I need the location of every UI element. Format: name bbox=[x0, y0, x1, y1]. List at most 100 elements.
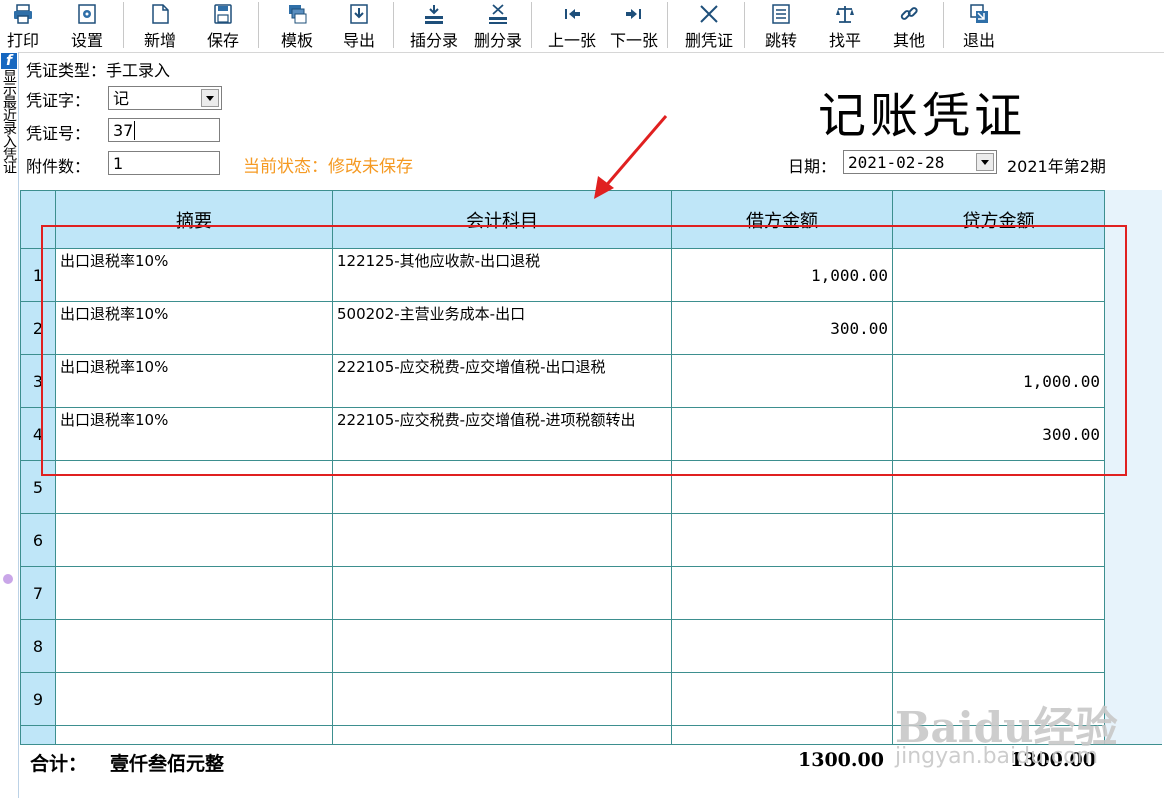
toolbar-button-label: 退出 bbox=[962, 31, 995, 50]
toolbar-button-label: 跳转 bbox=[764, 31, 797, 50]
row-number: 6 bbox=[20, 513, 56, 567]
delete-voucher-icon bbox=[700, 5, 718, 23]
date-value: 2021-02-28 bbox=[848, 153, 945, 172]
voucher-word-value: 记 bbox=[113, 89, 130, 108]
new-document-icon bbox=[152, 4, 169, 24]
table-row[interactable]: 7 bbox=[20, 566, 1105, 620]
export-icon bbox=[350, 4, 368, 24]
toolbar-button-label: 其他 bbox=[892, 31, 925, 50]
toolbar-button-label: 上一张 bbox=[547, 31, 596, 50]
toolbar-button-settings[interactable]: 设置 bbox=[64, 0, 110, 52]
total-label: 合计： bbox=[30, 753, 88, 775]
row-number: 7 bbox=[20, 566, 56, 620]
toolbar-button-label: 删分录 bbox=[473, 31, 522, 50]
date-label: 日期： bbox=[788, 157, 837, 176]
toolbar-button-previous[interactable]: 上一张 bbox=[542, 0, 602, 52]
exit-icon bbox=[970, 4, 988, 23]
credit-cell[interactable] bbox=[892, 513, 1105, 567]
toolbar-button-delete-voucher[interactable]: 删凭证 bbox=[678, 0, 740, 52]
toolbar-button-label: 删凭证 bbox=[684, 31, 733, 50]
debit-cell[interactable] bbox=[671, 672, 893, 726]
summary-cell[interactable] bbox=[55, 619, 333, 673]
next-icon bbox=[626, 9, 641, 19]
total-amount-words: 壹仟叁佰元整 bbox=[110, 753, 225, 775]
voucher-no-label: 凭证号： bbox=[26, 124, 91, 143]
date-picker[interactable]: 2021-02-28 bbox=[843, 150, 997, 174]
credit-cell[interactable] bbox=[892, 619, 1105, 673]
previous-icon bbox=[565, 9, 580, 19]
chevron-down-icon[interactable] bbox=[201, 89, 219, 107]
credit-cell[interactable] bbox=[892, 566, 1105, 620]
toolbar-button-insert-row[interactable]: 插分录 bbox=[404, 0, 464, 52]
table-row[interactable]: 8 bbox=[20, 619, 1105, 673]
status-text: 当前状态：修改未保存 bbox=[243, 157, 413, 177]
toolbar-button-label: 保存 bbox=[206, 31, 239, 50]
toolbar-button-export[interactable]: 导出 bbox=[336, 0, 382, 52]
voucher-type-label: 凭证类型：手工录入 bbox=[26, 61, 171, 80]
toolbar-button-exit[interactable]: 退出 bbox=[956, 0, 1002, 52]
annotation-highlight-box bbox=[41, 225, 1127, 476]
row-number: 9 bbox=[20, 672, 56, 726]
summary-cell[interactable] bbox=[55, 672, 333, 726]
page-title: 记账凭证 bbox=[818, 88, 1027, 144]
attachments-value: 1 bbox=[113, 154, 124, 173]
voucher-word-label: 凭证字： bbox=[26, 91, 91, 110]
voucher-no-input[interactable]: 37 bbox=[108, 118, 220, 142]
table-row[interactable]: 6 bbox=[20, 513, 1105, 567]
insert-row-icon bbox=[425, 5, 443, 24]
toolbar-separator bbox=[667, 2, 668, 48]
watermark: Baidu经验 jingyan.baidu.com bbox=[895, 680, 1120, 790]
account-cell[interactable] bbox=[332, 566, 672, 620]
settings-icon bbox=[78, 4, 96, 24]
debit-cell[interactable] bbox=[671, 566, 893, 620]
toolbar-separator bbox=[531, 2, 532, 48]
voucher-word-select[interactable]: 记 bbox=[108, 86, 222, 110]
debit-cell[interactable] bbox=[671, 619, 893, 673]
toolbar: 打印 设置 新增 保存 模板 导出 插分录 删分录 上一张 下一张 删凭证 跳转 找平 其他 退出 bbox=[0, 0, 1164, 53]
toolbar-button-next[interactable]: 下一张 bbox=[604, 0, 664, 52]
toolbar-button-balance[interactable]: 找平 bbox=[822, 0, 868, 52]
template-icon bbox=[289, 5, 307, 24]
toolbar-button-new-document[interactable]: 新增 bbox=[136, 0, 184, 52]
summary-cell[interactable] bbox=[55, 566, 333, 620]
toolbar-button-label: 设置 bbox=[70, 31, 103, 50]
chevron-down-icon[interactable] bbox=[976, 153, 994, 171]
toolbar-button-delete-row[interactable]: 删分录 bbox=[468, 0, 528, 52]
recent-vouchers-strip[interactable]: f 显示最近录入凭证 bbox=[0, 52, 19, 798]
toolbar-separator bbox=[943, 2, 944, 48]
jump-icon bbox=[772, 4, 790, 24]
toolbar-button-label: 下一张 bbox=[609, 31, 658, 50]
toolbar-button-template[interactable]: 模板 bbox=[274, 0, 320, 52]
row-number: 8 bbox=[20, 619, 56, 673]
toolbar-separator bbox=[123, 2, 124, 48]
attachments-label: 附件数： bbox=[26, 157, 91, 176]
save-icon bbox=[214, 4, 232, 24]
toolbar-button-label: 打印 bbox=[6, 31, 39, 50]
attachments-input[interactable]: 1 bbox=[108, 151, 220, 175]
watermark-url: jingyan.baidu.com bbox=[895, 744, 1099, 769]
total-debit: 1300.00 bbox=[798, 749, 884, 771]
toolbar-button-label: 找平 bbox=[828, 31, 861, 50]
toolbar-separator bbox=[744, 2, 745, 48]
app-logo-icon: f bbox=[1, 53, 17, 69]
toolbar-button-jump[interactable]: 跳转 bbox=[758, 0, 804, 52]
toolbar-button-printer[interactable]: 打印 bbox=[2, 0, 44, 52]
toolbar-button-link[interactable]: 其他 bbox=[886, 0, 932, 52]
toolbar-button-label: 插分录 bbox=[409, 31, 458, 50]
splitter-handle[interactable] bbox=[3, 574, 13, 584]
account-cell[interactable] bbox=[332, 672, 672, 726]
summary-cell[interactable] bbox=[55, 513, 333, 567]
delete-row-icon bbox=[489, 4, 507, 24]
debit-cell[interactable] bbox=[671, 513, 893, 567]
link-icon bbox=[900, 7, 918, 20]
toolbar-separator bbox=[393, 2, 394, 48]
balance-icon bbox=[836, 6, 854, 23]
toolbar-button-save[interactable]: 保存 bbox=[200, 0, 246, 52]
voucher-no-value: 37 bbox=[113, 121, 134, 140]
account-cell[interactable] bbox=[332, 513, 672, 567]
account-cell[interactable] bbox=[332, 619, 672, 673]
toolbar-separator bbox=[258, 2, 259, 48]
period-label: 2021年第2期 bbox=[1007, 157, 1106, 176]
toolbar-button-label: 新增 bbox=[143, 31, 176, 50]
recent-vouchers-label[interactable]: 显示最近录入凭证 bbox=[1, 69, 17, 173]
